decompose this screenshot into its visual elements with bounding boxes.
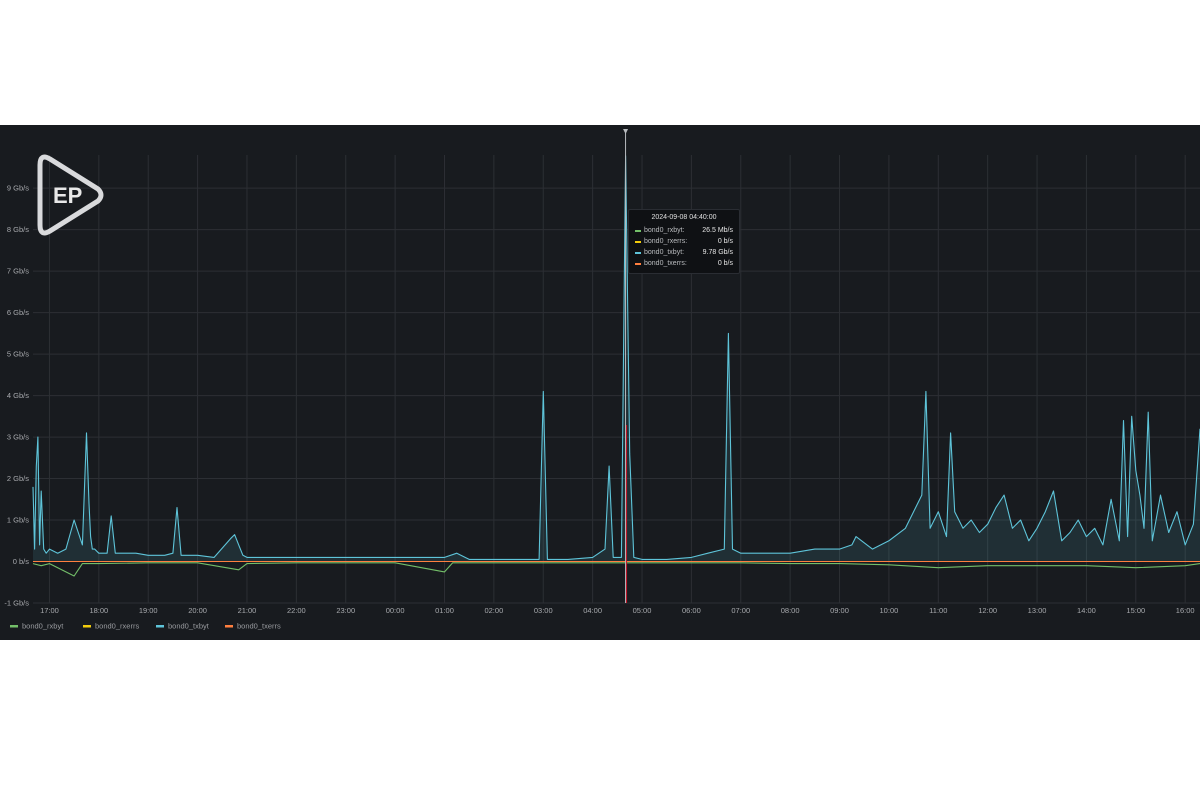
- y-axis: 9 Gb/s 8 Gb/s 7 Gb/s 6 Gb/s 5 Gb/s 4 Gb/s 3 Gb…: [4, 184, 29, 608]
- legend-item[interactable]: bond0_rxerrs: [83, 622, 139, 631]
- series-swatch: [635, 251, 641, 254]
- hover-tooltip: 2024-09-08 04:40:00 bond0_rxbyt: 26.5 Mb…: [628, 209, 740, 274]
- y-tick-label: 1 Gb/s: [7, 516, 29, 525]
- x-tick-label: 19:00: [139, 606, 158, 615]
- tooltip-row: bond0_txerrs: 0 b/s: [635, 258, 733, 269]
- x-tick-label: 10:00: [880, 606, 899, 615]
- x-tick-label: 20:00: [188, 606, 207, 615]
- legend-label: bond0_rxbyt: [22, 622, 64, 631]
- legend-swatch: [83, 625, 91, 628]
- y-tick-label: 3 Gb/s: [7, 433, 29, 442]
- legend-item[interactable]: bond0_rxbyt: [10, 622, 64, 631]
- x-tick-label: 23:00: [336, 606, 355, 615]
- tooltip-series-value: 0 b/s: [717, 238, 733, 245]
- x-tick-label: 12:00: [978, 606, 997, 615]
- tooltip-series-name: bond0_txbyt:: [644, 249, 685, 256]
- ep-logo: EP: [36, 153, 106, 237]
- x-tick-label: 08:00: [781, 606, 800, 615]
- series-line-bond0_rxbyt: [32, 562, 1200, 577]
- series-line-bond0_txbyt: [32, 155, 1200, 560]
- y-tick-label: 2 Gb/s: [7, 474, 29, 483]
- series-swatch: [635, 229, 641, 232]
- series-swatch: [635, 240, 641, 243]
- legend-item[interactable]: bond0_txerrs: [225, 622, 281, 631]
- y-tick-label: 9 Gb/s: [7, 184, 29, 193]
- x-tick-label: 13:00: [1028, 606, 1047, 615]
- legend: bond0_rxbyt bond0_rxerrs bond0_txbyt bond0_…: [10, 622, 281, 631]
- series-lines: [32, 155, 1200, 577]
- x-tick-label: 22:00: [287, 606, 306, 615]
- x-tick-label: 18:00: [89, 606, 108, 615]
- legend-item[interactable]: bond0_txbyt: [156, 622, 210, 631]
- tooltip-time: 2024-09-08 04:40:00: [651, 214, 717, 221]
- x-tick-label: 11:00: [929, 606, 947, 615]
- x-tick-label: 15:00: [1126, 606, 1145, 615]
- x-tick-label: 01:00: [435, 606, 454, 615]
- x-tick-label: 00:00: [386, 606, 405, 615]
- tooltip-row: bond0_txbyt: 9.78 Gb/s: [635, 247, 733, 258]
- x-tick-label: 14:00: [1077, 606, 1096, 615]
- tooltip-row: bond0_rxerrs: 0 b/s: [635, 236, 733, 247]
- y-tick-label: 4 Gb/s: [7, 391, 29, 400]
- y-tick-label: -1 Gb/s: [4, 599, 29, 608]
- y-tick-label: 7 Gb/s: [7, 267, 29, 276]
- tooltip-series-name: bond0_rxerrs:: [644, 238, 688, 245]
- series-swatch: [635, 262, 641, 265]
- tooltip-series-name: bond0_rxbyt:: [644, 227, 685, 234]
- legend-swatch: [10, 625, 18, 628]
- y-tick-label: 8 Gb/s: [7, 225, 29, 234]
- y-tick-label: 5 Gb/s: [7, 350, 29, 359]
- legend-label: bond0_txerrs: [237, 622, 281, 631]
- x-tick-label: 04:00: [583, 606, 602, 615]
- series-area-bond0_txbyt: [33, 155, 1200, 562]
- legend-label: bond0_txbyt: [168, 622, 210, 631]
- x-tick-label: 16:00: [1176, 606, 1195, 615]
- x-tick-label: 05:00: [633, 606, 652, 615]
- tooltip-series-value: 26.5 Mb/s: [702, 227, 733, 234]
- legend-swatch: [225, 625, 233, 628]
- x-tick-label: 06:00: [682, 606, 701, 615]
- tooltip-series-value: 0 b/s: [717, 260, 733, 267]
- x-axis: 17:00 18:00 19:00 20:00 21:00 22:00 23:00 00:00…: [40, 606, 1195, 615]
- legend-swatch: [156, 625, 164, 628]
- x-tick-label: 09:00: [830, 606, 849, 615]
- tooltip-row: bond0_rxbyt: 26.5 Mb/s: [635, 225, 733, 236]
- cursor-caret-icon: [623, 129, 629, 134]
- x-tick-label: 03:00: [534, 606, 553, 615]
- x-tick-label: 02:00: [484, 606, 503, 615]
- y-tick-label: 6 Gb/s: [7, 308, 29, 317]
- legend-label: bond0_rxerrs: [95, 622, 139, 631]
- x-tick-label: 17:00: [40, 606, 59, 615]
- x-tick-label: 21:00: [238, 606, 257, 615]
- x-tick-label: 07:00: [731, 606, 750, 615]
- tooltip-series-value: 9.78 Gb/s: [702, 249, 733, 256]
- logo-text: EP: [53, 183, 82, 208]
- y-tick-label: 0 b/s: [13, 557, 30, 566]
- time-series-chart[interactable]: 9 Gb/s 8 Gb/s 7 Gb/s 6 Gb/s 5 Gb/s 4 Gb/s 3 Gb…: [0, 125, 1200, 640]
- graph-panel: 9 Gb/s 8 Gb/s 7 Gb/s 6 Gb/s 5 Gb/s 4 Gb/s 3 Gb…: [0, 125, 1200, 640]
- tooltip-series-name: bond0_txerrs:: [644, 260, 687, 267]
